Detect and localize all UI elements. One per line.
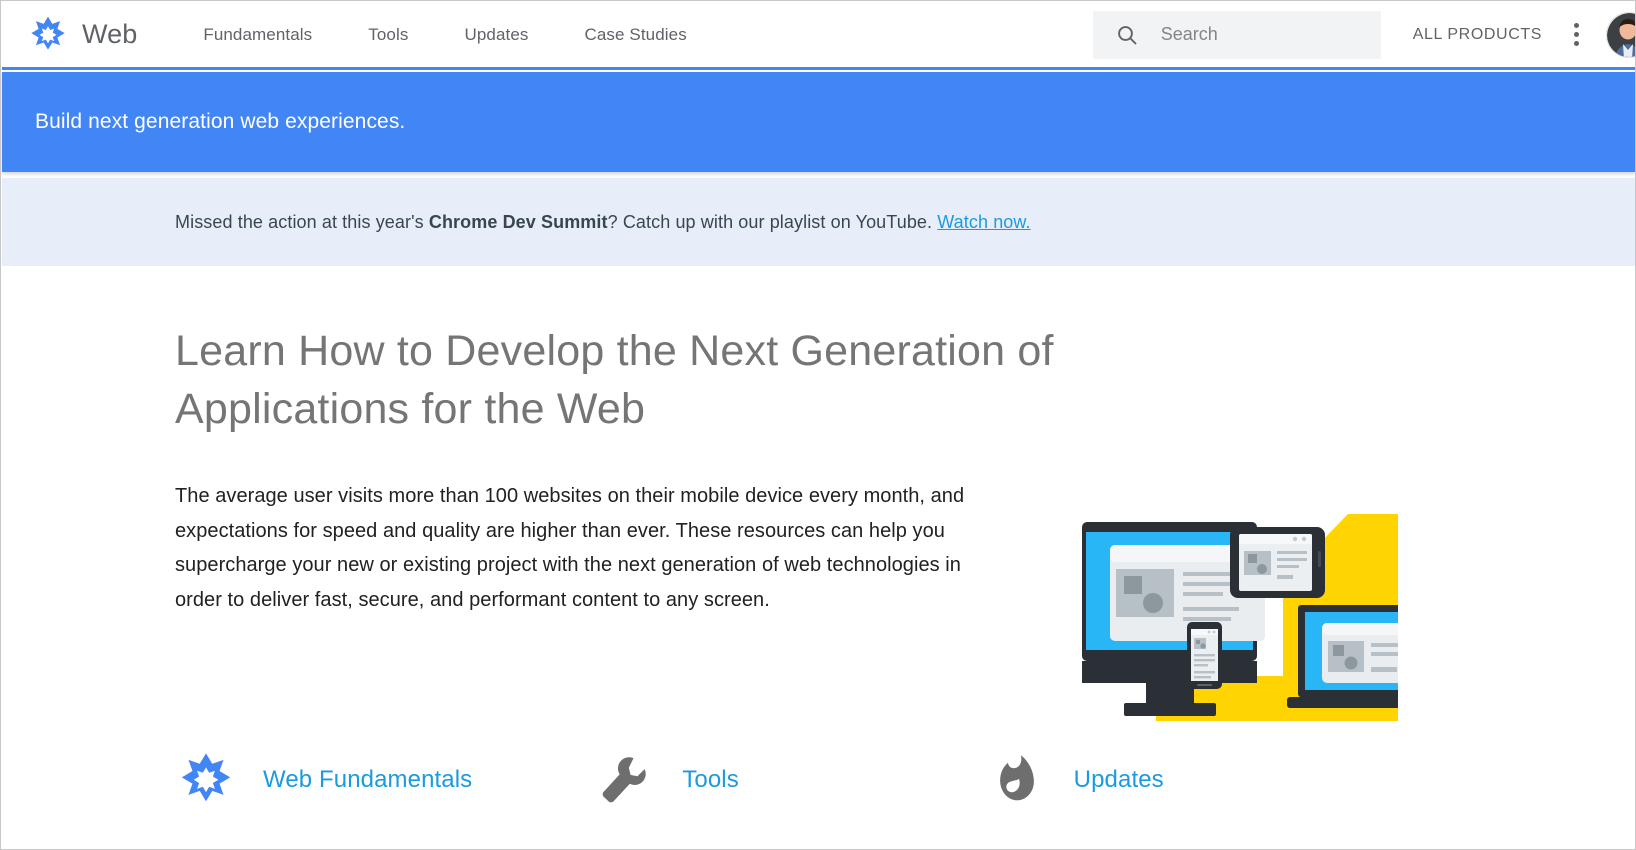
nav-item-tools[interactable]: Tools [340,25,436,45]
card-web-fundamentals[interactable]: Web Fundamentals [175,749,594,811]
browser-window: Web Fundamentals Tools Updates Case Stud… [0,0,1636,850]
card-updates[interactable]: Updates [986,749,1405,811]
hero-banner: Build next generation web experiences. [2,72,1635,172]
notice-text: Missed the action at this year's Chrome … [175,212,1031,233]
card-label: Updates [1073,766,1164,793]
main-navigation: Fundamentals Tools Updates Case Studies [175,25,714,45]
kebab-dot [1573,32,1579,37]
wrench-icon [594,749,656,811]
web-asterisk-logo-icon [28,15,68,55]
notice-middle: ? Catch up with our playlist on YouTube. [607,211,938,232]
nav-item-fundamentals[interactable]: Fundamentals [175,25,340,45]
search-input[interactable] [1160,24,1351,45]
nav-item-case-studies[interactable]: Case Studies [557,25,715,45]
notice-bar: Missed the action at this year's Chrome … [2,178,1635,266]
quick-link-cards: Web Fundamentals Tools Updates [175,749,1405,811]
notice-prefix: Missed the action at this year's [175,211,429,232]
page-title: Learn How to Develop the Next Generation… [175,327,1054,433]
flame-icon [986,749,1048,811]
brand-name: Web [82,19,138,49]
watch-now-link[interactable]: Watch now. [937,212,1030,232]
card-label: Tools [682,766,739,793]
avatar[interactable] [1606,11,1635,58]
site-header: Web Fundamentals Tools Updates Case Stud… [2,2,1635,70]
notice-bold: Chrome Dev Summit [428,211,608,232]
brand[interactable]: Web [28,15,137,55]
kebab-dot [1573,23,1579,28]
card-tools[interactable]: Tools [594,749,985,811]
web-asterisk-icon [175,749,237,811]
intro-paragraph: The average user visits more than 100 we… [175,485,965,611]
search-icon [1115,23,1139,47]
search-box[interactable] [1092,10,1381,59]
main-content: Learn How to Develop the Next Generation… [2,266,1635,848]
kebab-dot [1573,41,1579,46]
kebab-menu-icon[interactable] [1564,19,1588,51]
all-products-button[interactable]: ALL PRODUCTS [1413,26,1542,44]
header-actions: ALL PRODUCTS [1092,2,1635,67]
card-label: Web Fundamentals [263,766,473,793]
nav-item-updates[interactable]: Updates [436,25,556,45]
hero-banner-text: Build next generation web experiences. [35,110,406,133]
